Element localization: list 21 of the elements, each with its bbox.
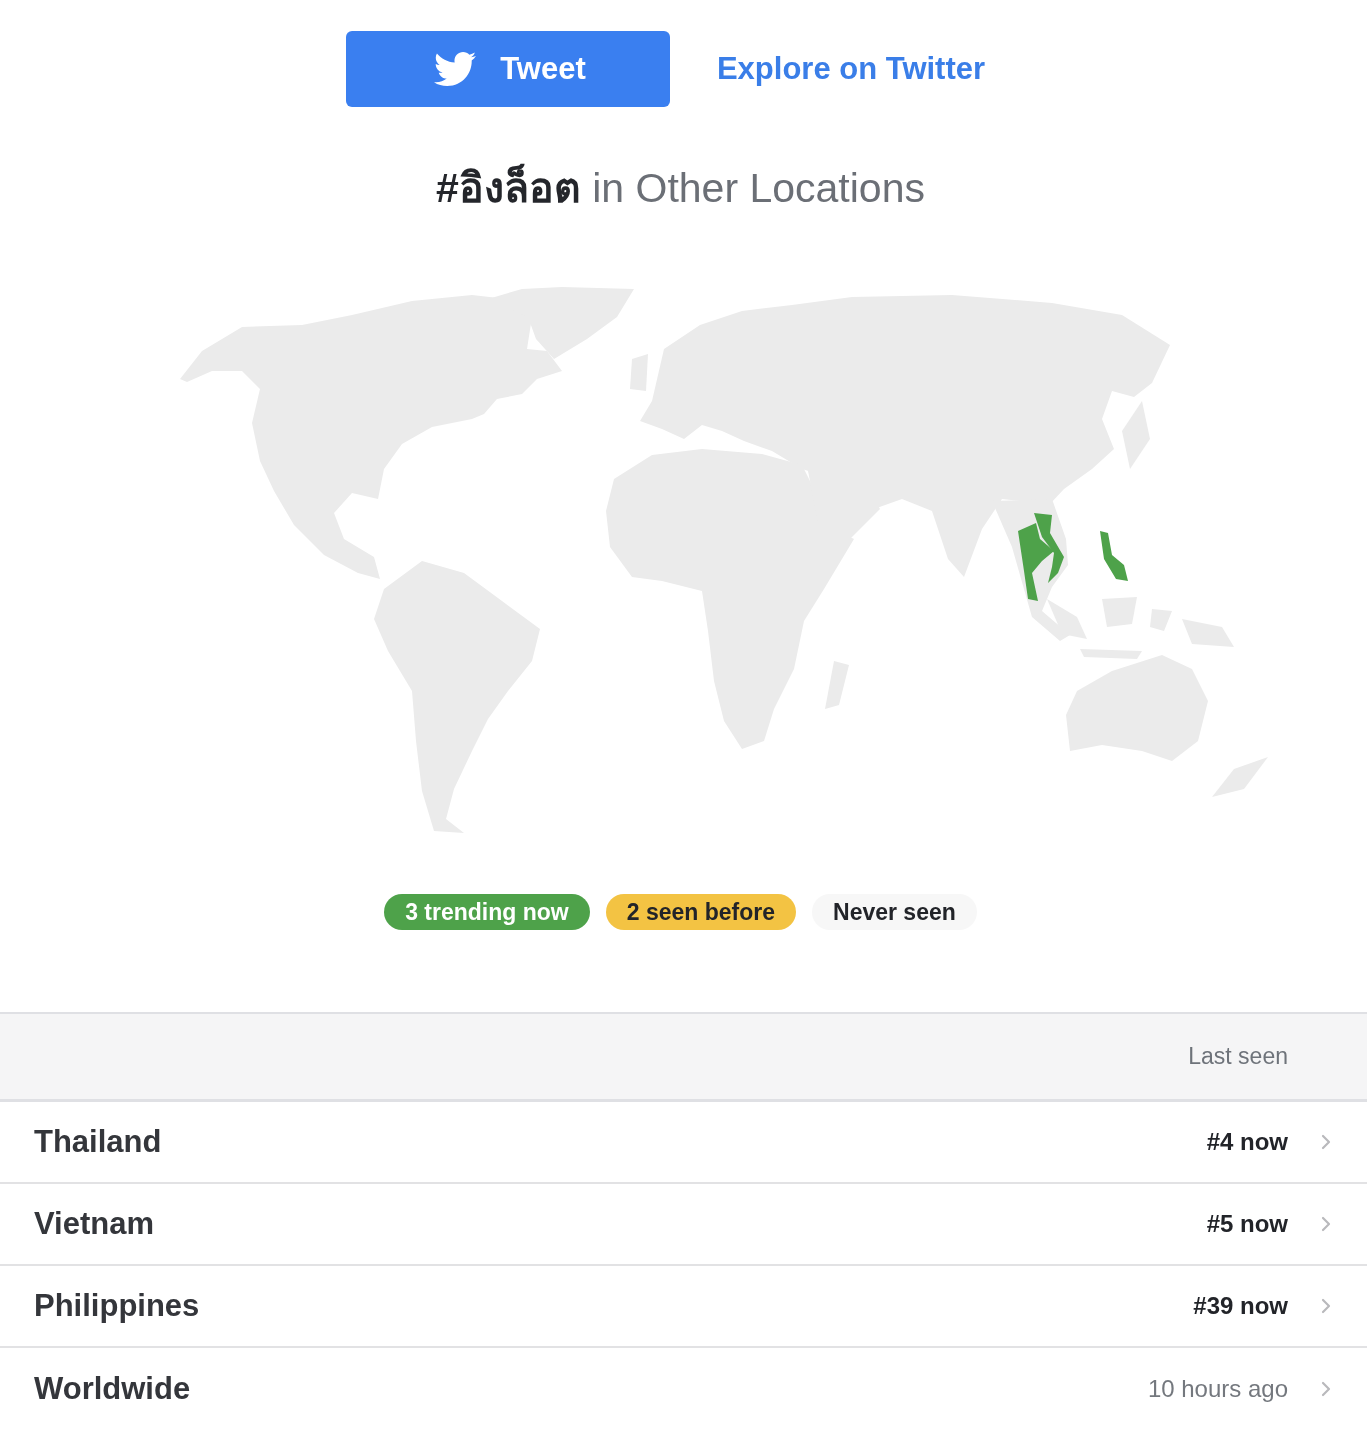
location-row[interactable]: Vietnam #5 now bbox=[0, 1184, 1367, 1266]
legend-chip: 3 trending now bbox=[384, 894, 590, 930]
legend-chip: 2 seen before bbox=[605, 894, 797, 930]
location-name: Thailand bbox=[34, 1122, 162, 1161]
location-row[interactable]: Thailand #4 now bbox=[0, 1102, 1367, 1184]
highlighted-country bbox=[1033, 513, 1064, 583]
highlighted-country bbox=[1099, 531, 1128, 581]
tweet-button[interactable]: Tweet bbox=[345, 31, 670, 107]
location-name: Vietnam bbox=[34, 1204, 155, 1243]
last-seen-value: #4 now bbox=[1206, 1127, 1288, 1157]
location-row[interactable]: Worldwide 10 hours ago bbox=[0, 1348, 1367, 1430]
last-seen-value: #5 now bbox=[1206, 1209, 1288, 1239]
legend-chip: Never seen bbox=[812, 894, 977, 930]
column-heading: Last seen bbox=[1188, 1042, 1288, 1072]
page-heading: #อิงล็อต in Other Locations bbox=[436, 163, 925, 213]
last-seen-value: #39 now bbox=[1193, 1291, 1288, 1321]
location-name: Philippines bbox=[34, 1286, 200, 1325]
explore-link[interactable]: Explore on Twitter bbox=[716, 45, 986, 93]
last-seen-value: 10 hours ago bbox=[1147, 1374, 1288, 1404]
location-name: Worldwide bbox=[34, 1369, 191, 1408]
location-row[interactable]: Philippines #39 now bbox=[0, 1266, 1367, 1348]
